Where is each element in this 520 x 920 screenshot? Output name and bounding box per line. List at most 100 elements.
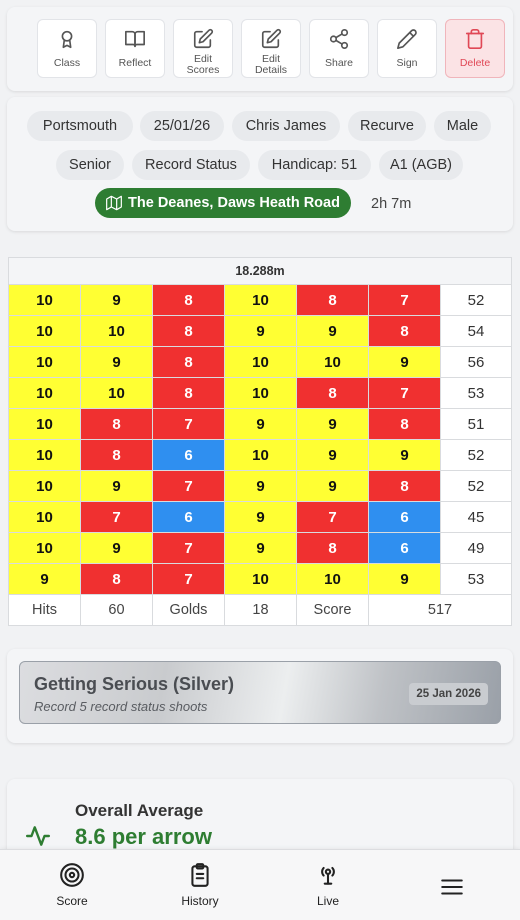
arrow-score: 8 [80, 408, 153, 440]
average-label: Overall Average [75, 801, 204, 820]
age-category-chip: Senior [56, 150, 124, 180]
end-row: 10 10 8 10 8 7 53 [8, 377, 512, 409]
share-button-label: Share [324, 57, 354, 69]
nav-history[interactable]: History [148, 850, 252, 920]
nav-live[interactable]: Live [276, 850, 380, 920]
arrow-score: 8 [368, 408, 441, 440]
golds-value: 18 [224, 594, 297, 626]
nav-score[interactable]: Score [20, 850, 124, 920]
delete-button[interactable]: Delete [445, 19, 505, 78]
arrow-score: 8 [152, 284, 225, 316]
gender-chip: Male [434, 111, 491, 141]
arrow-score: 7 [368, 377, 441, 409]
arrow-score: 9 [296, 439, 369, 471]
arrow-score: 10 [224, 563, 297, 595]
arrow-score: 10 [224, 284, 297, 316]
arrow-score: 7 [296, 501, 369, 533]
end-row: 10 9 8 10 8 7 52 [8, 284, 512, 316]
edit-scores-button-label: Edit Scores [186, 53, 220, 76]
end-row: 9 8 7 10 10 9 53 [8, 563, 512, 595]
nav-score-label: Score [56, 894, 88, 908]
arrow-score: 9 [8, 563, 81, 595]
record-status-chip: Record Status [132, 150, 250, 180]
average-value: 8.6 per arrow [75, 824, 212, 849]
trash-icon [465, 29, 485, 49]
score-value: 517 [368, 594, 512, 626]
edit-details-button[interactable]: Edit Details [241, 19, 301, 78]
venue-chip[interactable]: The Deanes, Daws Heath Road [95, 188, 351, 218]
date-chip: 25/01/26 [140, 111, 224, 141]
end-total: 52 [440, 470, 512, 502]
map-icon [106, 195, 122, 211]
score-label: Score [296, 594, 369, 626]
end-total: 53 [440, 377, 512, 409]
edit-icon [193, 28, 214, 49]
edit-scores-button[interactable]: Edit Scores [173, 19, 233, 78]
arrow-score: 10 [8, 470, 81, 502]
scorecard-table: 18.288m 10 9 8 10 8 7 52 10 10 8 9 9 8 54 10 9 8 10 10 9 56 1… [8, 257, 512, 626]
award-title: Getting Serious (Silver) [34, 674, 235, 694]
arrow-score: 8 [152, 346, 225, 378]
action-toolbar: Class Reflect Edit Scores Edit Details S… [7, 7, 513, 91]
arrow-score: 9 [224, 408, 297, 440]
arrow-score: 10 [224, 377, 297, 409]
arrow-score: 8 [368, 470, 441, 502]
hits-value: 60 [80, 594, 153, 626]
bottom-navigation: Score History Live [0, 849, 520, 920]
arrow-score: 9 [80, 284, 153, 316]
hits-label: Hits [8, 594, 81, 626]
handicap-chip: Handicap: 51 [258, 150, 371, 180]
golds-label: Golds [152, 594, 225, 626]
duration: 2h 7m [371, 196, 412, 212]
arrow-score: 8 [296, 284, 369, 316]
end-row: 10 10 8 9 9 8 54 [8, 315, 512, 347]
nav-history-label: History [181, 894, 219, 908]
broadcast-icon [321, 866, 335, 885]
end-total: 45 [440, 501, 512, 533]
arrow-score: 8 [296, 377, 369, 409]
arrow-score: 9 [224, 315, 297, 347]
arrow-score: 10 [8, 532, 81, 564]
sign-button[interactable]: Sign [377, 19, 437, 78]
arrow-score: 8 [80, 439, 153, 471]
arrow-score: 9 [368, 563, 441, 595]
arrow-score: 9 [296, 315, 369, 347]
end-row: 10 9 8 10 10 9 56 [8, 346, 512, 378]
arrow-score: 10 [296, 346, 369, 378]
arrow-score: 6 [368, 501, 441, 533]
menu-icon [441, 879, 463, 895]
class-button[interactable]: Class [37, 19, 97, 78]
class-button-label: Class [53, 57, 81, 69]
end-total: 52 [440, 439, 512, 471]
arrow-score: 8 [296, 532, 369, 564]
arrow-score: 10 [296, 563, 369, 595]
award-banner[interactable]: Getting Serious (Silver) Record 5 record… [19, 661, 501, 724]
nav-menu[interactable] [400, 850, 504, 920]
totals-row: Hits 60 Golds 18 Score 517 [8, 594, 512, 626]
reflect-button-label: Reflect [118, 57, 152, 69]
venue-label: The Deanes, Daws Heath Road [128, 195, 340, 211]
arrow-score: 9 [80, 346, 153, 378]
award-card: Getting Serious (Silver) Record 5 record… [7, 649, 513, 743]
arrow-score: 10 [8, 346, 81, 378]
arrow-score: 10 [224, 439, 297, 471]
arrow-score: 7 [152, 470, 225, 502]
arrow-score: 10 [8, 284, 81, 316]
arrow-score: 7 [152, 408, 225, 440]
pen-icon [397, 29, 417, 49]
arrow-score: 9 [224, 532, 297, 564]
end-row: 10 8 7 9 9 8 51 [8, 408, 512, 440]
arrow-score: 9 [368, 346, 441, 378]
end-row: 10 9 7 9 8 6 49 [8, 532, 512, 564]
arrow-score: 7 [152, 532, 225, 564]
arrow-score: 10 [80, 377, 153, 409]
end-row: 10 8 6 10 9 9 52 [8, 439, 512, 471]
share-button[interactable]: Share [309, 19, 369, 78]
distance-header: 18.288m [8, 257, 512, 285]
nav-live-label: Live [316, 894, 339, 908]
arrow-score: 9 [80, 532, 153, 564]
reflect-button[interactable]: Reflect [105, 19, 165, 78]
activity-icon [25, 826, 51, 846]
arrow-score: 10 [8, 439, 81, 471]
award-subtitle: Record 5 record status shoots [34, 699, 208, 714]
